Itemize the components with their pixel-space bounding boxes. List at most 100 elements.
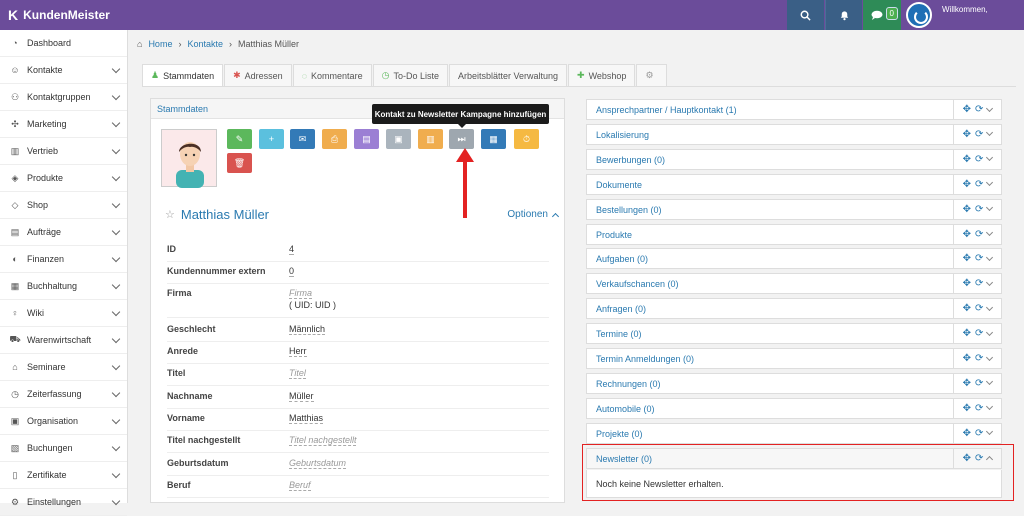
tab-arbeitsblätter-verwaltung[interactable]: Arbeitsblätter Verwaltung — [448, 64, 568, 86]
sidebar-item-contact-groups[interactable]: ⚇ Kontaktgruppen — [0, 84, 127, 111]
refresh-icon[interactable]: ⟳ — [975, 378, 983, 389]
sidebar-item-wiki[interactable]: ♀ Wiki — [0, 300, 127, 327]
related-panel[interactable]: Projekte (0) ✥ ⟳ — [586, 422, 1002, 444]
sidebar-item-contacts[interactable]: ☺ Kontakte — [0, 57, 127, 84]
related-panel[interactable]: Termin Anmeldungen (0) ✥ ⟳ — [586, 348, 1002, 369]
sidebar-item-dashboard[interactable]: ◔ Dashboard — [0, 30, 127, 57]
field-value[interactable]: Firma — [289, 288, 312, 299]
refresh-icon[interactable]: ⟳ — [975, 179, 983, 190]
invoice-button[interactable]: ▦ — [481, 129, 506, 149]
refresh-icon[interactable]: ⟳ — [975, 328, 983, 339]
chevron-down-icon[interactable] — [986, 378, 994, 386]
sidebar-item-certificates[interactable]: ▯ Zertifikate — [0, 462, 127, 489]
related-panel[interactable]: Verkaufschancen (0) ✥ ⟳ — [586, 273, 1002, 295]
tab-settings[interactable]: ⚙ — [636, 64, 667, 86]
chevron-down-icon[interactable] — [986, 253, 994, 261]
edit-button[interactable]: ✎ — [227, 129, 252, 149]
field-value[interactable]: 4 — [289, 244, 295, 255]
chevron-down-icon[interactable] — [986, 129, 994, 137]
chevron-down-icon[interactable] — [986, 104, 994, 112]
chevron-down-icon[interactable] — [986, 228, 994, 237]
document-button[interactable]: ▤ — [354, 129, 379, 149]
app-logo[interactable]: K KundenMeister — [8, 7, 110, 23]
chevron-down-icon[interactable] — [986, 403, 994, 411]
sidebar-item-shop[interactable]: ◇ Shop — [0, 192, 127, 219]
refresh-icon[interactable]: ⟳ — [975, 154, 983, 165]
field-value[interactable]: Titel nachgestellt — [289, 435, 357, 446]
field-value[interactable]: Herr — [289, 346, 307, 357]
field-value[interactable]: Geburtsdatum — [289, 458, 347, 469]
sidebar-item-time-tracking[interactable]: ◷ Zeiterfassung — [0, 381, 127, 408]
sidebar-item-sales[interactable]: ▥ Vertrieb — [0, 138, 127, 165]
related-panel[interactable]: Bewerbungen (0) ✥ ⟳ — [586, 148, 1002, 170]
related-panel[interactable]: Lokalisierung ✥ ⟳ — [586, 123, 1002, 145]
search-button[interactable] — [787, 0, 824, 30]
move-icon[interactable]: ✥ — [963, 229, 971, 240]
user-avatar[interactable] — [906, 2, 932, 28]
chevron-down-icon[interactable] — [986, 353, 994, 361]
move-icon[interactable]: ✥ — [963, 328, 971, 339]
tab-webshop[interactable]: ✚ Webshop — [568, 64, 636, 86]
tab-kommentare[interactable]: ◌ Kommentare — [292, 64, 372, 86]
move-icon[interactable]: ✥ — [963, 154, 971, 165]
sidebar-item-bookings[interactable]: ▧ Buchungen — [0, 435, 127, 462]
refresh-icon[interactable]: ⟳ — [975, 204, 983, 215]
breadcrumb-contacts[interactable]: Kontakte — [187, 39, 223, 49]
uid-value[interactable]: ( UID: UID ) — [289, 300, 336, 310]
refresh-icon[interactable]: ⟳ — [975, 253, 983, 264]
refresh-icon[interactable]: ⟳ — [975, 428, 983, 439]
move-icon[interactable]: ✥ — [963, 403, 971, 414]
field-value[interactable]: Müller — [289, 391, 314, 402]
move-icon[interactable]: ✥ — [963, 353, 971, 364]
refresh-icon[interactable]: ⟳ — [975, 278, 983, 289]
contact-photo[interactable] — [161, 129, 217, 188]
timer-button[interactable]: ⏱ — [514, 129, 539, 149]
chevron-down-icon[interactable] — [986, 428, 994, 436]
newsletter-button[interactable]: ⏭ — [449, 129, 474, 149]
field-value[interactable]: Beruf — [289, 480, 311, 491]
move-icon[interactable]: ✥ — [963, 278, 971, 289]
move-icon[interactable]: ✥ — [963, 428, 971, 439]
related-panel[interactable]: Dokumente ✥ ⟳ — [586, 173, 1002, 195]
refresh-icon[interactable]: ⟳ — [975, 129, 983, 140]
related-panel[interactable]: Rechnungen (0) ✥ ⟳ — [586, 372, 1002, 394]
favorite-star-icon[interactable]: ☆ — [165, 208, 175, 221]
print-button[interactable]: ⎙ — [322, 129, 347, 149]
sidebar-item-seminars[interactable]: ⌂ Seminare — [0, 354, 127, 381]
email-button[interactable]: ✉ — [290, 129, 315, 149]
sidebar-item-marketing[interactable]: ✣ Marketing — [0, 111, 127, 138]
chevron-down-icon[interactable] — [986, 328, 994, 336]
refresh-icon[interactable]: ⟳ — [975, 104, 983, 115]
tab-to-do-liste[interactable]: ◷ To-Do Liste — [372, 64, 448, 86]
breadcrumb-home[interactable]: Home — [148, 39, 172, 49]
move-icon[interactable]: ✥ — [963, 303, 971, 314]
tab-stammdaten[interactable]: ♟ Stammdaten — [142, 64, 224, 86]
related-panel[interactable]: Produkte ✥ ⟳ — [586, 223, 1002, 245]
sidebar-item-finance[interactable]: ◐ Finanzen — [0, 246, 127, 273]
field-value[interactable]: 0 — [289, 266, 295, 277]
chevron-down-icon[interactable] — [986, 303, 994, 311]
image-button[interactable]: ▣ — [386, 129, 411, 149]
refresh-icon[interactable]: ⟳ — [975, 303, 983, 314]
save-button[interactable]: ▥ — [418, 129, 443, 149]
chevron-down-icon[interactable] — [986, 278, 994, 286]
sidebar-item-organisation[interactable]: ▣ Organisation — [0, 408, 127, 435]
field-value[interactable]: Matthias — [289, 413, 324, 424]
chevron-down-icon[interactable] — [986, 154, 994, 162]
sidebar-item-products[interactable]: ◈ Produkte — [0, 165, 127, 192]
sidebar-item-accounting[interactable]: ▦ Buchhaltung — [0, 273, 127, 300]
notifications-button[interactable] — [825, 0, 862, 30]
sidebar-item-orders[interactable]: ▤ Aufträge — [0, 219, 127, 246]
refresh-icon[interactable]: ⟳ — [975, 403, 983, 414]
move-icon[interactable]: ✥ — [963, 129, 971, 140]
move-icon[interactable]: ✥ — [963, 253, 971, 264]
messages-button[interactable]: 0 — [863, 0, 901, 30]
related-panel[interactable]: Termine (0) ✥ ⟳ — [586, 323, 1002, 345]
move-icon[interactable]: ✥ — [963, 204, 971, 215]
sidebar-item-inventory[interactable]: ⛟ Warenwirtschaft — [0, 327, 127, 354]
field-value[interactable]: Titel — [289, 368, 306, 379]
delete-button[interactable]: 🗑 — [227, 153, 252, 173]
refresh-icon[interactable]: ⟳ — [975, 229, 983, 240]
related-panel[interactable]: Bestellungen (0) ✥ ⟳ — [586, 198, 1002, 220]
move-icon[interactable]: ✥ — [963, 104, 971, 115]
